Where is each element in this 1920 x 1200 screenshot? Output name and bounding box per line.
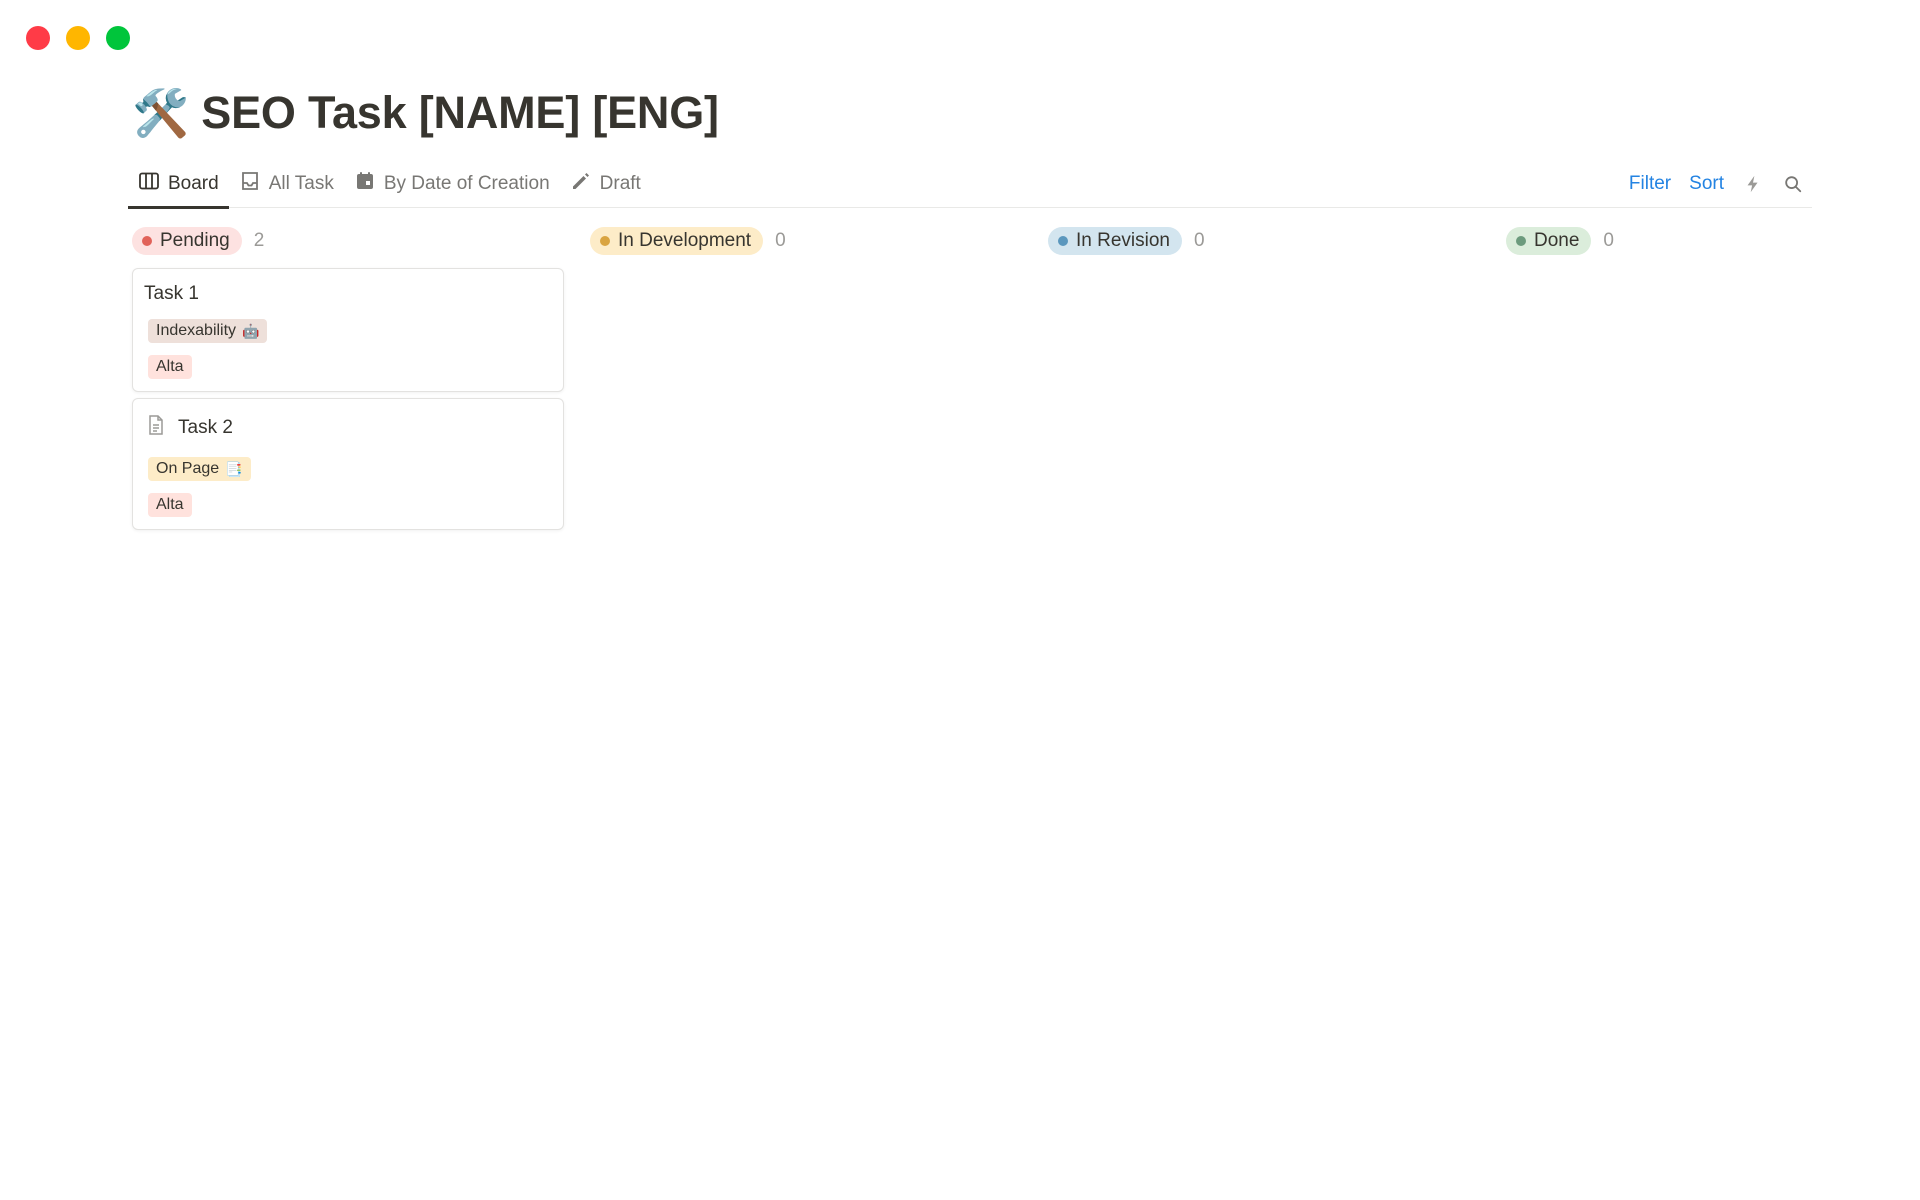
tag-label: Indexability	[156, 322, 237, 339]
status-dot	[142, 236, 152, 246]
board-column-in-development: In Development 0	[590, 226, 1022, 536]
status-label: Done	[1534, 230, 1580, 251]
view-actions: Filter Sort	[1629, 160, 1812, 208]
page-emoji-icon[interactable]: 🛠️	[132, 86, 189, 140]
column-count: 0	[1603, 230, 1614, 251]
minimize-window-button[interactable]	[66, 26, 90, 50]
tab-label: By Date of Creation	[383, 173, 550, 194]
task-card[interactable]: Task 1 Indexability 🤖 Alta	[132, 268, 564, 392]
page-icon: 📑	[225, 460, 243, 477]
priority-tag: Alta	[148, 493, 192, 517]
status-pill[interactable]: Pending	[132, 227, 242, 255]
filter-button[interactable]: Filter	[1629, 173, 1671, 195]
board-column-in-revision: In Revision 0	[1048, 226, 1480, 536]
category-tag: On Page 📑	[148, 457, 251, 481]
column-header: In Development 0	[590, 226, 1022, 256]
sort-button[interactable]: Sort	[1689, 173, 1724, 195]
column-header: Pending 2	[132, 226, 564, 256]
robot-icon: 🤖	[242, 322, 260, 339]
task-card[interactable]: Task 2 On Page 📑 Alta	[132, 398, 564, 530]
tab-all-task[interactable]: All Task	[229, 160, 344, 208]
tab-by-date-of-creation[interactable]: By Date of Creation	[344, 160, 560, 208]
card-title: Task 2	[178, 417, 233, 438]
kanban-board: Pending 2 Task 1 Indexability 🤖 Alta Tas…	[132, 226, 1806, 536]
maximize-window-button[interactable]	[106, 26, 130, 50]
view-tabs-bar: Board All Task By Date of Creation Draft…	[128, 160, 1812, 209]
status-dot	[1058, 236, 1068, 246]
lightning-icon[interactable]	[1742, 173, 1764, 195]
column-header: Done 0	[1506, 226, 1806, 256]
card-title: Task 1	[144, 283, 199, 304]
priority-tag: Alta	[148, 355, 192, 379]
calendar-icon	[354, 170, 376, 198]
column-count: 2	[253, 230, 265, 251]
status-pill[interactable]: In Development	[590, 227, 764, 255]
search-icon[interactable]	[1782, 173, 1804, 195]
tab-label: Board	[168, 173, 219, 194]
status-label: Pending	[160, 230, 230, 251]
status-pill[interactable]: Done	[1506, 227, 1592, 255]
board-column-done: Done 0	[1506, 226, 1806, 536]
status-label: In Development	[618, 230, 752, 251]
category-row: On Page 📑	[144, 457, 552, 481]
status-pill[interactable]: In Revision	[1048, 227, 1182, 255]
category-row: Indexability 🤖	[144, 319, 552, 343]
column-count: 0	[775, 230, 786, 251]
board-icon	[138, 170, 160, 198]
inbox-icon	[239, 170, 261, 198]
column-header: In Revision 0	[1048, 226, 1480, 256]
card-title-row: Task 1	[144, 283, 552, 305]
tab-label: Draft	[599, 173, 641, 194]
pencil-icon	[570, 170, 592, 198]
tag-label: On Page	[156, 460, 220, 477]
card-title-row: Task 2	[144, 413, 552, 443]
category-tag: Indexability 🤖	[148, 319, 268, 343]
tab-label: All Task	[268, 173, 334, 194]
tab-board[interactable]: Board	[128, 160, 229, 209]
window-controls	[26, 26, 130, 50]
status-dot	[1516, 236, 1526, 246]
priority-row: Alta	[144, 355, 552, 379]
priority-row: Alta	[144, 493, 552, 517]
view-tabs: Board All Task By Date of Creation Draft	[128, 160, 651, 209]
board-column-pending: Pending 2 Task 1 Indexability 🤖 Alta Tas…	[132, 226, 564, 536]
page-header: 🛠️ SEO Task [NAME] [ENG]	[132, 86, 719, 140]
column-count: 0	[1194, 230, 1205, 251]
tab-draft[interactable]: Draft	[560, 160, 651, 208]
page-title[interactable]: SEO Task [NAME] [ENG]	[201, 86, 719, 140]
status-dot	[600, 236, 610, 246]
close-window-button[interactable]	[26, 26, 50, 50]
status-label: In Revision	[1076, 230, 1170, 251]
document-icon	[144, 413, 168, 443]
